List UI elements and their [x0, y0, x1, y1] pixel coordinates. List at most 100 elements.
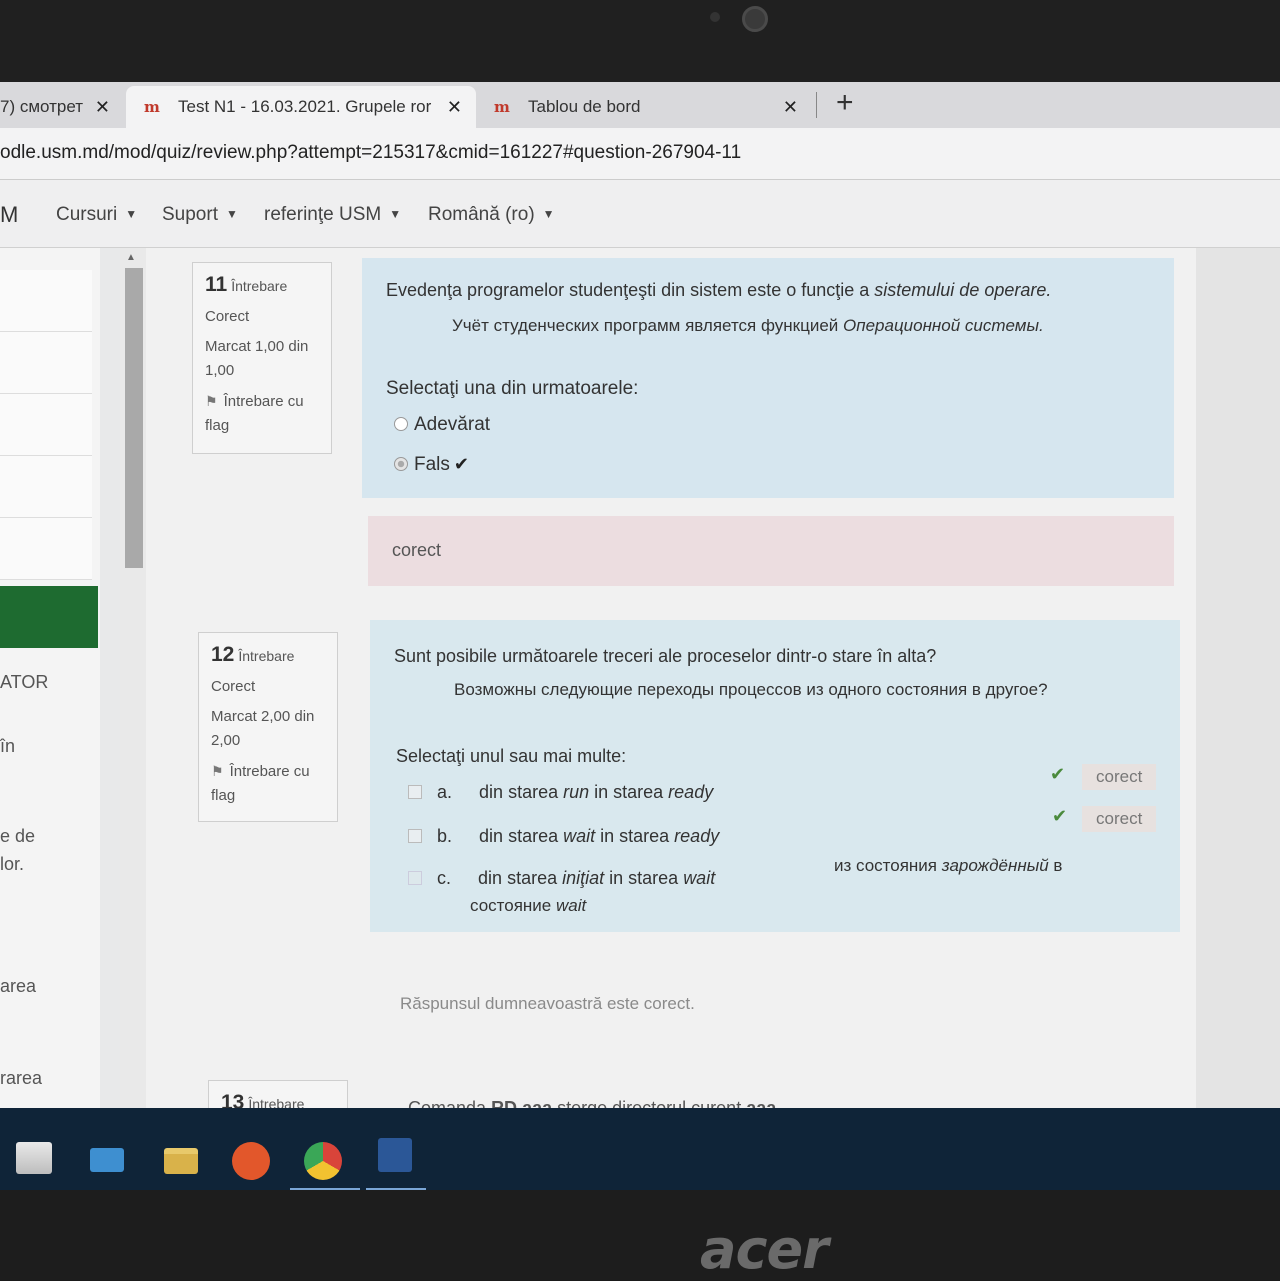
screen: 7) смотрет ✕ m Test N1 - 16.03.2021. Gru… — [0, 82, 1280, 1190]
text-segment: в — [1048, 856, 1063, 875]
answer-prompt: Selectaţi unul sau mai multe: — [396, 746, 627, 766]
checkbox[interactable] — [408, 871, 422, 885]
nav-label: Cursuri — [56, 204, 118, 225]
question-info-11: 11 Întrebare Corect Marcat 1,00 din 1,00 … — [192, 262, 332, 454]
file-explorer-icon[interactable] — [164, 1148, 198, 1174]
nav-language[interactable]: Română (ro) ▼ — [428, 204, 555, 226]
text-segment-italic: run — [563, 782, 590, 802]
option-letter: c. — [437, 868, 452, 888]
chevron-down-icon: ▼ — [389, 207, 402, 221]
answer-option-false[interactable]: Fals ✔ — [394, 454, 469, 476]
text-segment-italic: wait — [555, 896, 587, 915]
tab-label: Tablou de bord — [528, 97, 641, 116]
sidebar-cell[interactable] — [0, 518, 92, 580]
question-number: 12 — [211, 643, 235, 666]
laptop-bezel-top — [0, 0, 1280, 82]
chrome-icon[interactable] — [304, 1142, 342, 1180]
question-grade: Marcat 1,00 din 1,00 — [205, 338, 309, 379]
close-icon[interactable]: ✕ — [447, 97, 462, 118]
site-logo[interactable]: M — [0, 202, 18, 228]
question-number: 11 — [205, 273, 228, 296]
sidebar-cell[interactable] — [0, 394, 92, 456]
tab-1[interactable]: 7) смотрет ✕ — [0, 86, 124, 128]
radio-button-checked[interactable] — [394, 457, 408, 471]
correct-check-icon: ✔ — [1050, 764, 1066, 784]
sidebar-fragment: e de — [0, 826, 36, 846]
close-icon[interactable]: ✕ — [783, 97, 798, 118]
question-info-12: 12 Întrebare Corect Marcat 2,00 din 2,00 … — [198, 632, 338, 822]
nav-cursuri[interactable]: Cursuri ▼ — [56, 204, 137, 226]
flag-icon: ⚑ — [205, 393, 218, 409]
flag-label: Întrebare cu flag — [205, 393, 304, 434]
chevron-down-icon: ▼ — [125, 207, 138, 221]
quiz-navigation-sidebar: ATOR în e de lor. area rarea — [0, 248, 100, 1190]
flag-question[interactable]: ⚑ Întrebare cu flag — [211, 759, 325, 808]
answer-prompt: Selectaţi una din urmatoarele: — [386, 378, 639, 399]
question-text-12: Sunt posibile următoarele treceri ale pr… — [370, 620, 1180, 932]
tab-2[interactable]: m Test N1 - 16.03.2021. Grupele ror ✕ — [126, 86, 476, 128]
question-text-ro: Evedenţa programelor studenţeşti din sis… — [386, 280, 1051, 301]
url-text[interactable]: odle.usm.md/mod/quiz/review.php?attempt=… — [0, 142, 741, 164]
text-segment: in starea — [589, 782, 669, 802]
sidebar-cell[interactable] — [0, 270, 92, 332]
flag-icon: ⚑ — [211, 763, 224, 779]
text-segment: in starea — [604, 868, 684, 888]
sidebar-fragment: ATOR — [0, 672, 49, 692]
question-state: Corect — [211, 678, 256, 695]
radio-button[interactable] — [394, 417, 408, 431]
text-segment-italic: sistemului de operare. — [874, 280, 1052, 300]
correct-check-icon: ✔ — [1052, 806, 1068, 826]
answer-option-a[interactable]: a. din starea run in starea ready — [408, 782, 713, 803]
text-segment: Evedenţa programelor studenţeşti din sis… — [386, 280, 875, 300]
webcam — [742, 6, 768, 32]
question-text-ro: Sunt posibile următoarele treceri ale pr… — [394, 646, 937, 666]
flag-question[interactable]: ⚑ Întrebare cu flag — [205, 389, 319, 438]
option-letter: a. — [437, 782, 453, 802]
text-segment-italic: Операционной системы. — [843, 316, 1044, 335]
answer-option-true[interactable]: Adevărat — [394, 414, 490, 436]
tab-label: 7) смотрет — [0, 97, 84, 116]
tab-separator — [816, 92, 817, 118]
camera-indicator — [710, 12, 720, 22]
mail-icon[interactable] — [90, 1148, 124, 1172]
feedback-text: corect — [392, 540, 442, 560]
sidebar-cell[interactable] — [0, 332, 92, 394]
nav-suport[interactable]: Suport ▼ — [162, 204, 238, 226]
store-icon[interactable] — [16, 1142, 52, 1174]
option-c-ru-line2: состояние wait — [470, 896, 586, 916]
word-icon[interactable] — [378, 1138, 412, 1172]
question-word: Întrebare — [231, 278, 288, 294]
sidebar-fragment: lor. — [0, 854, 25, 874]
new-tab-button[interactable]: + — [836, 88, 854, 118]
answer-option-c[interactable]: c. din starea iniţiat in starea wait — [408, 868, 715, 889]
text-segment: состояние — [470, 896, 556, 915]
nav-label: referinţe USM — [264, 204, 382, 225]
text-segment-italic: ready — [674, 826, 720, 846]
sidebar-fragment: în — [0, 736, 16, 756]
site-navbar: M Cursuri ▼ Suport ▼ referinţe USM ▼ Română… — [0, 180, 1280, 248]
nav-label: Suport — [162, 204, 218, 225]
ubuntu-icon[interactable] — [232, 1142, 270, 1180]
scrollbar-thumb[interactable] — [125, 268, 143, 568]
question-text-11: Evedenţa programelor studenţeşti din sis… — [362, 258, 1174, 498]
question-state: Corect — [205, 308, 250, 325]
text-segment: из состояния — [834, 856, 942, 875]
question-grade: Marcat 2,00 din 2,00 — [211, 708, 315, 749]
checkbox-checked[interactable] — [408, 829, 422, 843]
sidebar-cell[interactable] — [0, 456, 92, 518]
text-segment-italic: зарождённый — [941, 856, 1049, 875]
nav-label: Română (ro) — [428, 204, 535, 225]
nav-referinte[interactable]: referinţe USM ▼ — [264, 204, 401, 226]
checkbox-checked[interactable] — [408, 785, 422, 799]
close-icon[interactable]: ✕ — [95, 97, 110, 118]
text-segment-italic: wait — [683, 868, 716, 888]
answer-option-b[interactable]: b. din starea wait in starea ready — [408, 826, 719, 847]
finish-review-button[interactable] — [0, 586, 98, 648]
scroll-up-icon[interactable]: ▲ — [126, 252, 136, 263]
text-segment: in starea — [595, 826, 675, 846]
browser-tab-bar: 7) смотрет ✕ m Test N1 - 16.03.2021. Gru… — [0, 82, 1280, 128]
tab-3[interactable]: m Tablou de bord ✕ — [476, 86, 812, 128]
question-text-ru: Возможны следующие переходы процессов из… — [454, 680, 1048, 699]
quiz-review-content: 11 Întrebare Corect Marcat 1,00 din 1,00 … — [146, 248, 1280, 1190]
address-bar[interactable]: odle.usm.md/mod/quiz/review.php?attempt=… — [0, 128, 1280, 180]
